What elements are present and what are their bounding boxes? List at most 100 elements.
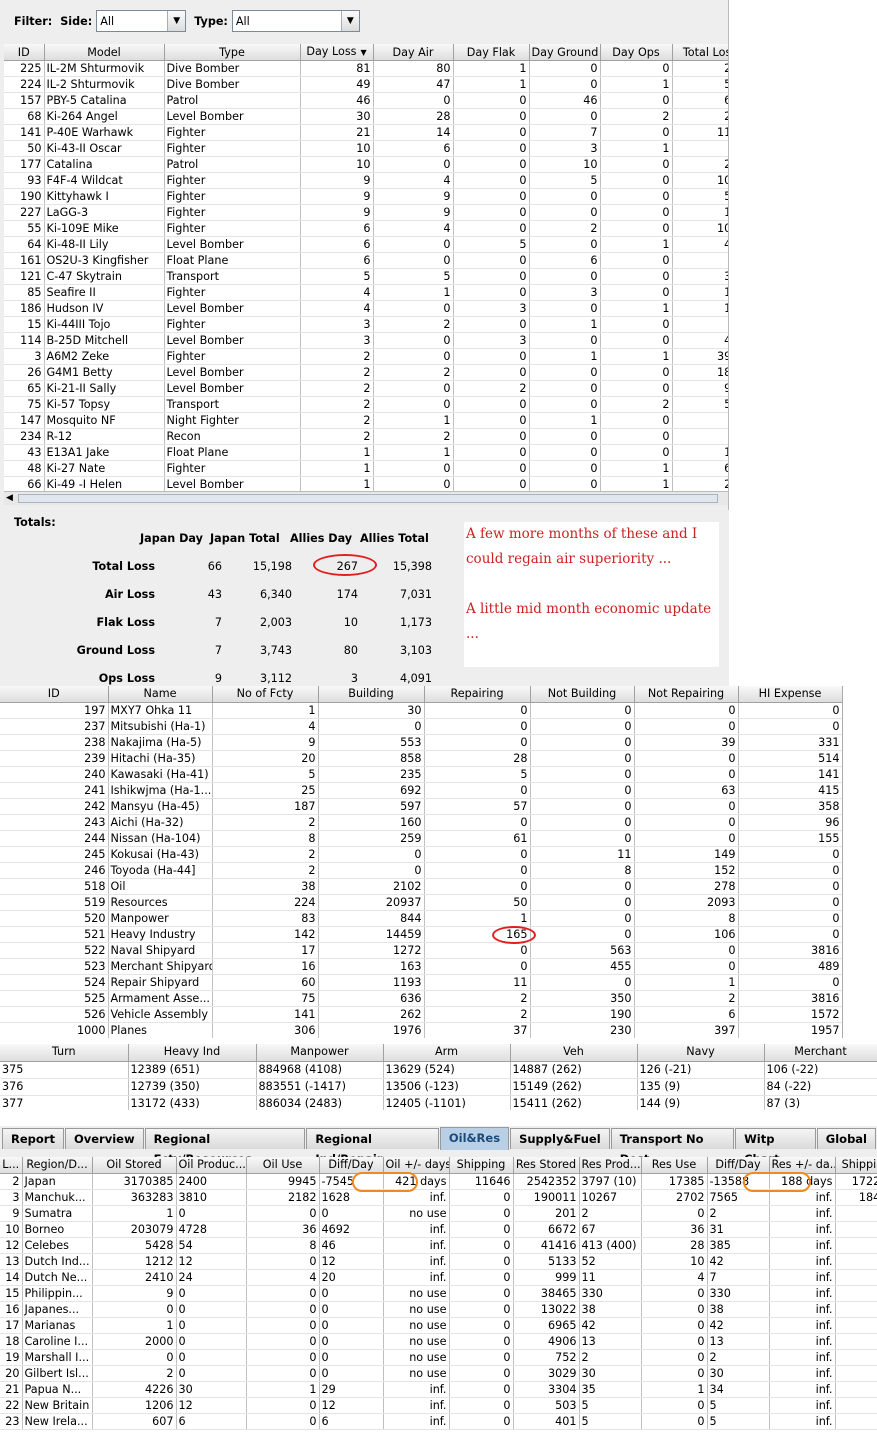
tab-overview[interactable]: Overview — [64, 1128, 144, 1149]
table-row[interactable]: 242 Mansyu (Ha-45) 187 597 57 0 0 358 — [0, 798, 842, 815]
table-row[interactable]: 240 Kawasaki (Ha-41) 5 235 5 0 0 141 — [0, 766, 842, 783]
column-header[interactable]: Veh — [510, 1044, 638, 1062]
column-header[interactable]: Shipping — [449, 1157, 514, 1174]
column-header[interactable]: ID — [0, 686, 109, 703]
table-row[interactable]: 1000 Planes 306 1976 37 230 397 1957 — [0, 1022, 842, 1038]
table-row[interactable]: 197 MXY7 Ohka 11 1 30 0 0 0 0 — [0, 702, 842, 719]
column-header[interactable]: Building — [318, 686, 425, 703]
column-header[interactable]: ID — [4, 44, 45, 61]
table-row[interactable]: 15 Philippin... 9 0 0 0 no use 0 38465 330 0 330 inf… — [0, 1285, 877, 1302]
table-row[interactable]: 19Marshall I...0000no use0752202inf.0 — [0, 1349, 877, 1366]
table-row[interactable]: 224IL-2 ShturmovikDive Bomber4947101532 — [4, 76, 728, 93]
table-row[interactable]: 237 Mitsubishi (Ha-1) 4 0 0 0 0 0 — [0, 718, 842, 735]
type-select[interactable]: All ▼ — [231, 10, 360, 32]
column-header[interactable]: Heavy Ind — [128, 1044, 257, 1062]
table-row[interactable]: 225IL-2M ShturmovikDive Bomber8180100290 — [4, 60, 728, 77]
table-row[interactable]: 519 Resources 224 20937 50 0 2093 0 — [0, 894, 842, 911]
column-header[interactable]: HI Expense — [738, 686, 842, 703]
column-header[interactable]: Day Air — [373, 44, 454, 61]
table-row[interactable]: 157PBY-5 CatalinaPatrol4600460619 — [4, 92, 728, 109]
table-row[interactable]: 23New Irela...607606inf.0401505inf.0 — [0, 1413, 877, 1430]
table-row[interactable]: 520 Manpower 83 844 1 0 8 0 — [0, 910, 842, 927]
table-row[interactable]: 375 12389 (651) 884968 (4108) 13629 (524) 14… — [0, 1061, 877, 1079]
table-row[interactable]: 50Ki-43-II OscarFighter10603152 — [4, 140, 728, 157]
table-row[interactable]: 14Dutch Ne...241024420inf.09991147inf.0 — [0, 1269, 877, 1286]
side-select[interactable]: All ▼ — [96, 10, 187, 32]
column-header[interactable]: Oil Stored — [92, 1157, 177, 1174]
table-row[interactable]: 147Mosquito NFNight Fighter2101073 — [4, 412, 728, 429]
column-header[interactable]: Day Flak — [453, 44, 530, 61]
table-row[interactable]: 518 Oil 38 2102 0 0 278 0 — [0, 878, 842, 895]
table-row[interactable]: 246 Toyoda (Ha-44] 2 0 0 8 152 0 — [0, 862, 842, 879]
table-row[interactable]: 161OS2U-3 KingfisherFloat Plane6006090 — [4, 252, 728, 269]
table-row[interactable]: 22New Britain120612012inf.0503505inf.0 — [0, 1397, 877, 1414]
table-row[interactable]: 15Ki-44III TojoFighter3201015 — [4, 316, 728, 333]
table-row[interactable]: 524 Repair Shipyard 60 1193 11 0 1 0 — [0, 974, 842, 991]
table-row[interactable]: 376 12739 (350) 883551 (-1417) 13506 (-123)… — [0, 1078, 877, 1096]
table-row[interactable]: 234R-12Recon2200038 — [4, 428, 728, 445]
table-row[interactable]: 17Marianas1000no use0696542042inf.0 — [0, 1317, 877, 1334]
column-header[interactable]: Type — [164, 44, 301, 61]
column-header[interactable]: Day Loss ▼ — [300, 44, 374, 61]
table-row[interactable]: 48Ki-27 NateFighter10001623 — [4, 460, 728, 477]
column-header[interactable]: Region/D... — [22, 1157, 93, 1174]
tab-oil-res[interactable]: Oil&Res — [439, 1127, 510, 1150]
column-header[interactable]: Not Repairing — [634, 686, 739, 703]
table-row[interactable]: 141P-40E WarhawkFighter21140701120 — [4, 124, 728, 141]
table-row[interactable]: 3 Manchuk... 363283 3810 2182 1628 inf. 0 190011… — [0, 1189, 877, 1206]
table-row[interactable]: 64Ki-48-II LilyLevel Bomber60501418 — [4, 236, 728, 253]
table-row[interactable]: 177CatalinaPatrol1000100246 — [4, 156, 728, 173]
tab-global[interactable]: Global — [816, 1128, 876, 1149]
column-header[interactable]: Res Stored — [513, 1157, 580, 1174]
column-header[interactable]: Oil Use — [246, 1157, 320, 1174]
table-row[interactable]: 121C-47 SkytrainTransport55000351 — [4, 268, 728, 285]
column-header[interactable]: Merchant — [764, 1044, 877, 1062]
table-row[interactable]: 16Japanes...0000no use01302238038inf.0 — [0, 1301, 877, 1318]
column-header[interactable]: Diff/Day — [707, 1157, 770, 1174]
table-row[interactable]: 18 Caroline I... 2000 0 0 0 no use 0 4906 13 0 13 in… — [0, 1333, 877, 1350]
table-row[interactable]: 239 Hitachi (Ha-35) 20 858 28 0 0 514 — [0, 750, 842, 767]
table-row[interactable]: 10 Borneo 203079 4728 36 4692 inf. 0 6672 67 36 31 i… — [0, 1221, 877, 1238]
tab-report[interactable]: Report — [2, 1128, 64, 1149]
table-row[interactable]: 227LaGG-3Fighter99000197 — [4, 204, 728, 221]
table-row[interactable]: 21Papua N...422630129inf.0330435134inf.0 — [0, 1381, 877, 1398]
column-header[interactable]: Arm — [383, 1044, 511, 1062]
scrollbar-thumb[interactable] — [18, 494, 718, 503]
table-row[interactable]: 190Kittyhawk IFighter99000514 — [4, 188, 728, 205]
table-row[interactable]: 523 Merchant Shipyard 16 163 0 455 0 489 — [0, 958, 842, 975]
column-header[interactable]: Total Loss — [672, 44, 728, 61]
table-row[interactable]: 238 Nakajima (Ha-5) 9 553 0 0 39 331 — [0, 734, 842, 751]
table-row[interactable]: 243 Aichi (Ha-32) 2 160 0 0 0 96 — [0, 814, 842, 831]
table-row[interactable]: 526 Vehicle Assembly 141 262 2 190 6 1572 — [0, 1006, 842, 1023]
column-header[interactable]: Res +/- da... — [769, 1157, 836, 1174]
column-header[interactable]: Repairing — [424, 686, 531, 703]
column-header[interactable]: Diff/Day — [319, 1157, 384, 1174]
tab-witp-chart[interactable]: Witp Chart — [735, 1128, 816, 1166]
column-header[interactable]: Manpower — [256, 1044, 384, 1062]
table-row[interactable]: 241 Ishikwjma (Ha-1... 25 692 0 0 63 415 — [0, 782, 842, 799]
tab-transport-no-dest[interactable]: Transport No Dest — [610, 1128, 735, 1166]
column-header[interactable]: Day Ground — [529, 44, 601, 61]
table-row[interactable]: 13 Dutch Ind... 1212 12 0 12 inf. 0 5133 52 10 42 in… — [0, 1253, 877, 1270]
table-row[interactable]: 522 Naval Shipyard 17 1272 0 563 0 3816 — [0, 942, 842, 959]
table-row[interactable]: 26G4M1 BettyLevel Bomber220001831 — [4, 364, 728, 381]
tab-regional-fcty-resources[interactable]: Regional Fcty/Resources — [144, 1128, 306, 1166]
tab-regional-ind-repair[interactable]: Regional Ind/Repair — [306, 1128, 439, 1166]
table-row[interactable]: 85Seafire IIFighter41030158 — [4, 284, 728, 301]
table-row[interactable]: 55Ki-109E MikeFighter640201083 — [4, 220, 728, 237]
table-row[interactable]: 3A6M2 ZekeFighter200113998 — [4, 348, 728, 365]
table-row[interactable]: 20 Gilbert Isl... 2 0 0 0 no use 0 3029 30 0 30 inf.… — [0, 1365, 877, 1382]
column-header[interactable]: Oil +/- days — [383, 1157, 450, 1174]
table-row[interactable]: 43E13A1 JakeFloat Plane11000126 — [4, 444, 728, 461]
table-row[interactable]: 521 Heavy Industry 142 14459 165 0 106 0 — [0, 926, 842, 943]
column-header[interactable]: No of Fcty — [212, 686, 319, 703]
table-row[interactable]: 12 Celebes 5428 54 8 46 inf. 0 41416 413 (400) 28 3… — [0, 1237, 877, 1254]
table-row[interactable]: 9Sumatra1000no use0201202inf.0 — [0, 1205, 877, 1222]
table-row[interactable]: 68Ki-264 AngelLevel Bomber3028002296 — [4, 108, 728, 125]
table-row[interactable]: 244 Nissan (Ha-104) 8 259 61 0 0 155 — [0, 830, 842, 847]
table-row[interactable]: 245 Kokusai (Ha-43) 2 0 0 11 149 0 — [0, 846, 842, 863]
table-row[interactable]: 93F4F-4 WildcatFighter940501000 — [4, 172, 728, 189]
column-header[interactable]: Shipping — [835, 1157, 877, 1174]
column-header[interactable]: L... — [0, 1157, 23, 1174]
column-header[interactable]: Navy — [637, 1044, 765, 1062]
